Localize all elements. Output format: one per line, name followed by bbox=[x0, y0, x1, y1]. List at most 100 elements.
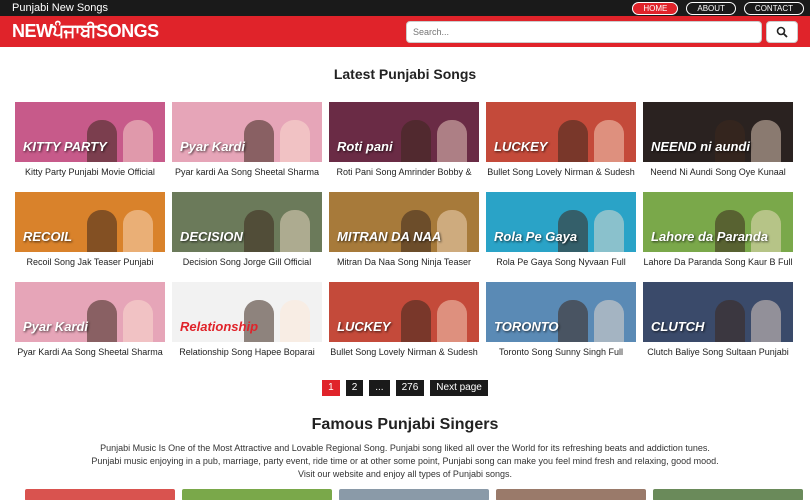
song-card[interactable]: RECOIL Recoil Song Jak Teaser Punjabi bbox=[15, 192, 165, 282]
artist-figure bbox=[401, 300, 431, 342]
search-input[interactable] bbox=[406, 20, 762, 43]
singer-thumbnail[interactable] bbox=[653, 489, 803, 500]
thumbnail-title: NEEND ni aundi bbox=[651, 139, 750, 154]
song-caption[interactable]: Kitty Party Punjabi Movie Official bbox=[15, 167, 165, 177]
song-thumbnail[interactable]: KITTY PARTY bbox=[15, 102, 165, 162]
artist-figure bbox=[751, 300, 781, 342]
song-card[interactable]: NEEND ni aundi Neend Ni Aundi Song Oye Ku… bbox=[643, 102, 793, 192]
song-caption[interactable]: Toronto Song Sunny Singh Full bbox=[486, 347, 636, 357]
top-bar: Punjabi New Songs HOME ABOUT CONTACT bbox=[0, 0, 810, 16]
song-thumbnail[interactable]: LUCKEY bbox=[486, 102, 636, 162]
thumbnail-title: TORONTO bbox=[494, 319, 559, 334]
song-card[interactable]: CLUTCH Clutch Baliye Song Sultaan Punjabi bbox=[643, 282, 793, 372]
song-thumbnail[interactable]: DECISION bbox=[172, 192, 322, 252]
site-logo[interactable]: NEWਪੰਜਾਬੀSONGS bbox=[12, 21, 159, 42]
artist-figure bbox=[558, 120, 588, 162]
song-thumbnail[interactable]: Relationship bbox=[172, 282, 322, 342]
song-caption[interactable]: Lahore Da Paranda Song Kaur B Full bbox=[643, 257, 793, 267]
song-thumbnail[interactable]: NEEND ni aundi bbox=[643, 102, 793, 162]
singer-thumbnail[interactable] bbox=[25, 489, 175, 500]
singer-thumbnails bbox=[25, 489, 810, 500]
song-thumbnail[interactable]: MITRAN DA NAA bbox=[329, 192, 479, 252]
song-thumbnail[interactable]: Lahore da Paranda bbox=[643, 192, 793, 252]
site-tagline: Punjabi New Songs bbox=[12, 2, 109, 14]
song-caption[interactable]: Roti Pani Song Amrinder Bobby & bbox=[329, 167, 479, 177]
artist-figure bbox=[123, 210, 153, 252]
singer-thumbnail[interactable] bbox=[496, 489, 646, 500]
song-card[interactable]: Pyar Kardi Pyar kardi Aa Song Sheetal Sha… bbox=[172, 102, 322, 192]
artist-figure bbox=[594, 210, 624, 252]
famous-singers-title: Famous Punjabi Singers bbox=[311, 416, 499, 433]
artist-figure bbox=[280, 300, 310, 342]
top-nav: HOME ABOUT CONTACT bbox=[632, 1, 804, 15]
song-caption[interactable]: Decision Song Jorge Gill Official bbox=[172, 257, 322, 267]
thumbnail-title: DECISION bbox=[180, 229, 243, 244]
song-thumbnail[interactable]: Pyar Kardi bbox=[15, 282, 165, 342]
song-card[interactable]: TORONTO Toronto Song Sunny Singh Full bbox=[486, 282, 636, 372]
page-button: ... bbox=[369, 380, 390, 396]
song-caption[interactable]: Bullet Song Lovely Nirman & Sudesh bbox=[329, 347, 479, 357]
search-button[interactable] bbox=[766, 20, 798, 43]
intro-line: Punjabi music enjoying in a pub, marriag… bbox=[91, 456, 719, 466]
song-thumbnail[interactable]: Roti pani bbox=[329, 102, 479, 162]
thumbnail-title: Pyar Kardi bbox=[23, 319, 89, 334]
nav-about-link[interactable]: ABOUT bbox=[686, 1, 736, 15]
thumbnail-title: LUCKEY bbox=[494, 139, 548, 154]
song-thumbnail[interactable]: RECOIL bbox=[15, 192, 165, 252]
page-button[interactable]: 1 bbox=[322, 380, 340, 396]
singers-intro: Punjabi Music Is One of the Most Attract… bbox=[0, 442, 810, 481]
artist-figure bbox=[87, 300, 117, 342]
song-caption[interactable]: Neend Ni Aundi Song Oye Kunaal bbox=[643, 167, 793, 177]
song-caption[interactable]: Rola Pe Gaya Song Nyvaan Full bbox=[486, 257, 636, 267]
pagination: 1 2... 276 Next page bbox=[0, 380, 810, 396]
song-caption[interactable]: Mitran Da Naa Song Ninja Teaser bbox=[329, 257, 479, 267]
artist-figure bbox=[715, 300, 745, 342]
page-button[interactable]: 2 bbox=[345, 380, 364, 396]
thumbnail-title: Roti pani bbox=[337, 139, 393, 154]
song-caption[interactable]: Pyar Kardi Aa Song Sheetal Sharma bbox=[15, 347, 165, 357]
intro-line: Punjabi Music Is One of the Most Attract… bbox=[100, 443, 710, 453]
artist-figure bbox=[437, 210, 467, 252]
next-page-button[interactable]: Next page bbox=[430, 380, 488, 396]
song-card[interactable]: MITRAN DA NAA Mitran Da Naa Song Ninja Te… bbox=[329, 192, 479, 282]
thumbnail-title: LUCKEY bbox=[337, 319, 391, 334]
artist-figure bbox=[123, 120, 153, 162]
song-thumbnail[interactable]: Pyar Kardi bbox=[172, 102, 322, 162]
artist-figure bbox=[558, 300, 588, 342]
song-caption[interactable]: Recoil Song Jak Teaser Punjabi bbox=[15, 257, 165, 267]
nav-home-link[interactable]: HOME bbox=[632, 1, 679, 15]
song-card[interactable]: DECISION Decision Song Jorge Gill Officia… bbox=[172, 192, 322, 282]
artist-figure bbox=[244, 120, 274, 162]
song-card[interactable]: Rola Pe Gaya Rola Pe Gaya Song Nyvaan Ful… bbox=[486, 192, 636, 282]
artist-figure bbox=[437, 300, 467, 342]
latest-songs-title: Latest Punjabi Songs bbox=[333, 66, 477, 82]
nav-contact-link[interactable]: CONTACT bbox=[743, 1, 804, 15]
artist-figure bbox=[401, 120, 431, 162]
song-card[interactable]: KITTY PARTY Kitty Party Punjabi Movie Off… bbox=[15, 102, 165, 192]
song-thumbnail[interactable]: Rola Pe Gaya bbox=[486, 192, 636, 252]
song-caption[interactable]: Pyar kardi Aa Song Sheetal Sharma bbox=[172, 167, 322, 177]
singer-thumbnail[interactable] bbox=[339, 489, 489, 500]
song-thumbnail[interactable]: CLUTCH bbox=[643, 282, 793, 342]
thumbnail-title: KITTY PARTY bbox=[23, 139, 107, 154]
song-caption[interactable]: Clutch Baliye Song Sultaan Punjabi bbox=[643, 347, 793, 357]
song-card[interactable]: LUCKEY Bullet Song Lovely Nirman & Sudesh bbox=[486, 102, 636, 192]
artist-figure bbox=[437, 120, 467, 162]
song-thumbnail[interactable]: LUCKEY bbox=[329, 282, 479, 342]
thumbnail-title: RECOIL bbox=[23, 229, 73, 244]
song-caption[interactable]: Relationship Song Hapee Boparai bbox=[172, 347, 322, 357]
song-card[interactable]: Lahore da Paranda Lahore Da Paranda Song … bbox=[643, 192, 793, 282]
song-card[interactable]: Roti pani Roti Pani Song Amrinder Bobby & bbox=[329, 102, 479, 192]
song-card[interactable]: Pyar Kardi Pyar Kardi Aa Song Sheetal Sha… bbox=[15, 282, 165, 372]
singer-thumbnail[interactable] bbox=[182, 489, 332, 500]
artist-figure bbox=[123, 300, 153, 342]
artist-figure bbox=[244, 210, 274, 252]
song-card[interactable]: LUCKEY Bullet Song Lovely Nirman & Sudesh bbox=[329, 282, 479, 372]
artist-figure bbox=[594, 120, 624, 162]
song-card[interactable]: Relationship Relationship Song Hapee Bopa… bbox=[172, 282, 322, 372]
song-thumbnail[interactable]: TORONTO bbox=[486, 282, 636, 342]
page-button[interactable]: 276 bbox=[395, 380, 425, 396]
thumbnail-title: Relationship bbox=[180, 319, 259, 334]
artist-figure bbox=[751, 120, 781, 162]
song-caption[interactable]: Bullet Song Lovely Nirman & Sudesh bbox=[486, 167, 636, 177]
